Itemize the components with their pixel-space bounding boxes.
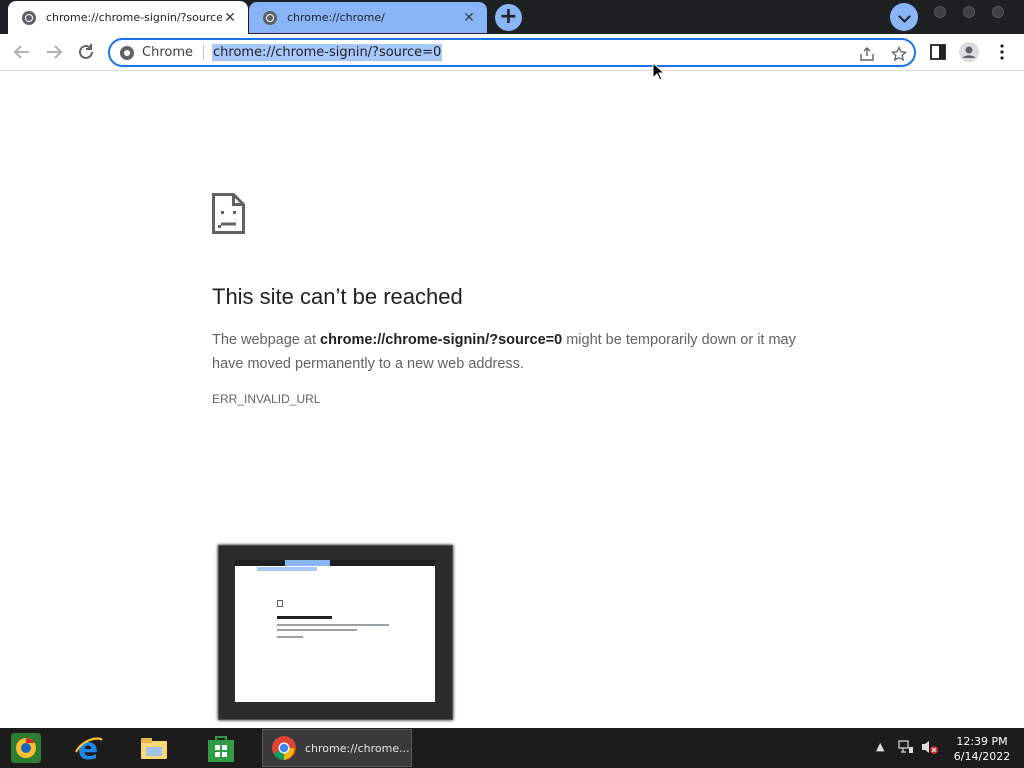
tab-title: chrome://chrome/ <box>287 11 385 24</box>
profile-avatar-icon[interactable] <box>958 41 980 63</box>
tab-strip: chrome://chrome-signin/?source=0 ✕ chrom… <box>0 0 1024 34</box>
minimize-button[interactable] <box>934 6 946 18</box>
forward-button[interactable] <box>42 40 66 64</box>
system-clock[interactable]: 12:39 PM 6/14/2022 <box>950 734 1014 764</box>
thumbnail-url <box>257 567 317 571</box>
thumbnail-image <box>235 560 435 702</box>
network-icon[interactable] <box>898 739 914 758</box>
internet-explorer-icon[interactable]: e <box>72 732 104 767</box>
tab-active[interactable]: chrome://chrome-signin/?source=0 ✕ <box>8 1 248 34</box>
chrome-icon <box>120 45 134 60</box>
new-tab-button[interactable]: + <box>495 4 522 31</box>
taskbar-chrome-label: chrome://chrome... <box>305 741 410 755</box>
close-tab-icon[interactable]: ✕ <box>222 10 238 26</box>
bookmark-star-icon[interactable] <box>889 45 909 66</box>
error-code: ERR_INVALID_URL <box>212 392 321 406</box>
toolbar: Chrome chrome://chrome-signin/?source=0 <box>0 34 1024 71</box>
tab-title: chrome://chrome-signin/?source=0 <box>46 11 222 24</box>
file-explorer-icon[interactable] <box>138 732 170 764</box>
volume-muted-icon[interactable] <box>921 739 939 758</box>
tray-chevron-icon[interactable]: ▲ <box>876 740 884 753</box>
url-text[interactable]: chrome://chrome-signin/?source=0 <box>212 44 443 61</box>
thumbnail-tabstrip <box>235 560 435 566</box>
back-button[interactable] <box>10 40 34 64</box>
thumbnail-text <box>277 629 357 631</box>
clock-time: 12:39 PM <box>956 735 1008 748</box>
error-url: chrome://chrome-signin/?source=0 <box>320 332 563 348</box>
taskbar-thumbnail-preview[interactable] <box>218 545 453 720</box>
thumbnail-sad-icon <box>277 600 283 607</box>
mouse-cursor-icon <box>652 61 666 82</box>
share-icon[interactable] <box>857 46 877 66</box>
omnibox-chip: Chrome <box>142 45 204 60</box>
globe-icon <box>263 10 277 25</box>
clock-date: 6/14/2022 <box>953 750 1011 763</box>
sad-page-icon <box>212 193 245 234</box>
thumbnail-title <box>277 616 332 619</box>
close-tab-icon[interactable]: ✕ <box>461 10 477 26</box>
taskbar: e chrome://chrome... ▲ 12:39 PM 6/14/202… <box>0 728 1024 768</box>
start-button-icon[interactable] <box>10 732 42 764</box>
reload-button[interactable] <box>74 40 98 64</box>
error-description: The webpage at chrome://chrome-signin/?s… <box>212 328 812 376</box>
maximize-button[interactable] <box>963 6 975 18</box>
thumbnail-text <box>277 624 389 626</box>
globe-icon <box>22 10 36 25</box>
side-panel-icon[interactable] <box>927 41 949 63</box>
tab-search-button[interactable] <box>890 3 918 31</box>
address-bar[interactable]: Chrome chrome://chrome-signin/?source=0 <box>108 38 916 67</box>
close-window-button[interactable] <box>992 6 1004 18</box>
tab-inactive[interactable]: chrome://chrome/ ✕ <box>249 2 487 33</box>
svg-text:e: e <box>78 732 98 764</box>
store-icon[interactable] <box>205 732 237 764</box>
thumbnail-text <box>277 636 303 638</box>
error-title: This site can’t be reached <box>212 284 463 309</box>
menu-kebab-icon[interactable] <box>991 41 1013 63</box>
thumbnail-tab <box>285 560 330 566</box>
chrome-icon <box>271 735 297 761</box>
taskbar-chrome-button[interactable]: chrome://chrome... <box>262 729 412 767</box>
error-text: The webpage at <box>212 332 321 348</box>
